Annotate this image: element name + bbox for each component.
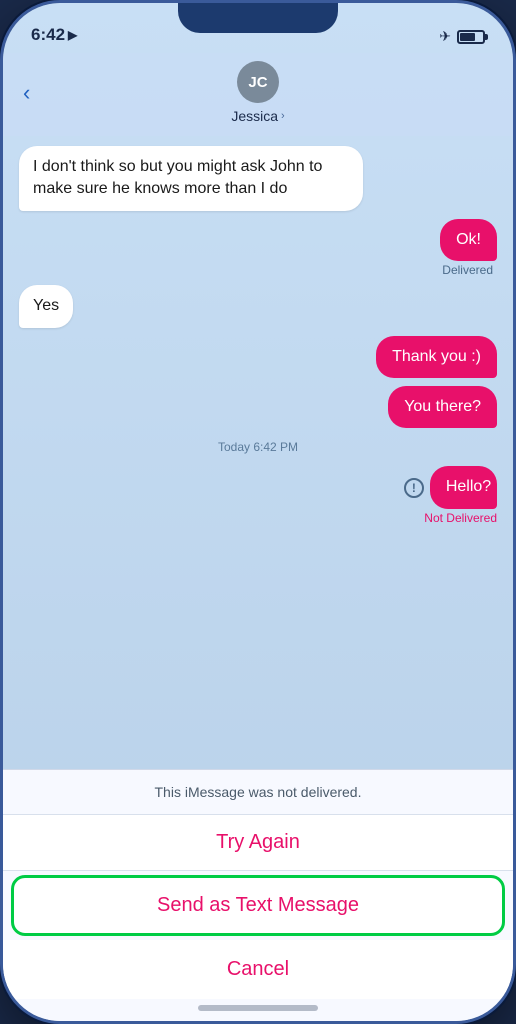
timestamp-text: Today 6:42 PM <box>218 440 298 454</box>
list-item: ! Hello? Not Delivered <box>19 466 497 524</box>
sent-bubble: Hello? <box>430 466 497 508</box>
battery-fill <box>460 33 475 41</box>
message-text: I don't think so but you might ask John … <box>33 158 322 197</box>
messages-area: I don't think so but you might ask John … <box>3 136 513 769</box>
location-icon: ▶ <box>68 28 77 42</box>
action-sheet: This iMessage was not delivered. Try Aga… <box>3 769 513 1021</box>
timestamp-divider: Today 6:42 PM <box>19 436 497 458</box>
contact-info[interactable]: JC Jessica › <box>231 61 284 124</box>
status-icons: ✈ <box>439 28 485 45</box>
list-item: I don't think so but you might ask John … <box>19 146 497 211</box>
cancel-button[interactable]: Cancel <box>3 940 513 999</box>
list-item: Yes <box>19 285 497 327</box>
received-bubble: Yes <box>19 285 73 327</box>
battery-icon <box>457 30 485 44</box>
message-text: Ok! <box>456 231 481 248</box>
time-display: 6:42 <box>31 25 65 45</box>
phone-frame: 6:42 ▶ ✈ ‹ JC Jessica › <box>0 0 516 1024</box>
action-sheet-info-text: This iMessage was not delivered. <box>155 784 362 800</box>
status-time: 6:42 ▶ <box>31 25 77 45</box>
error-icon: ! <box>404 478 424 498</box>
contact-name-row: Jessica › <box>231 108 284 124</box>
message-text: Thank you :) <box>392 348 481 365</box>
not-delivered-row: ! Hello? <box>394 466 497 508</box>
contact-name-text: Jessica <box>231 108 278 124</box>
chat-header: ‹ JC Jessica › <box>3 53 513 136</box>
airplane-icon: ✈ <box>439 28 451 45</box>
try-again-button[interactable]: Try Again <box>3 815 513 871</box>
sent-bubble: Thank you :) <box>376 336 497 378</box>
try-again-label: Try Again <box>216 831 300 853</box>
sent-bubble: You there? <box>388 386 497 428</box>
send-as-text-button[interactable]: Send as Text Message <box>11 875 505 936</box>
notch <box>178 3 338 33</box>
sent-bubble: Ok! <box>440 219 497 261</box>
avatar: JC <box>237 61 279 103</box>
message-text: You there? <box>404 398 481 415</box>
not-delivered-status: Not Delivered <box>424 511 497 525</box>
received-bubble: I don't think so but you might ask John … <box>19 146 363 211</box>
home-indicator <box>198 1005 318 1011</box>
send-as-text-label: Send as Text Message <box>157 894 359 916</box>
list-item: You there? <box>19 386 497 428</box>
phone-screen: 6:42 ▶ ✈ ‹ JC Jessica › <box>3 3 513 1021</box>
list-item: Thank you :) <box>19 336 497 378</box>
message-text: Hello? <box>446 478 491 495</box>
message-text: Yes <box>33 297 59 314</box>
back-button[interactable]: ‹ <box>23 80 30 106</box>
cancel-label: Cancel <box>227 958 289 980</box>
list-item: Ok! Delivered <box>19 219 497 277</box>
action-sheet-info: This iMessage was not delivered. <box>3 770 513 815</box>
contact-chevron-icon: › <box>281 110 285 122</box>
delivered-status: Delivered <box>442 263 497 277</box>
